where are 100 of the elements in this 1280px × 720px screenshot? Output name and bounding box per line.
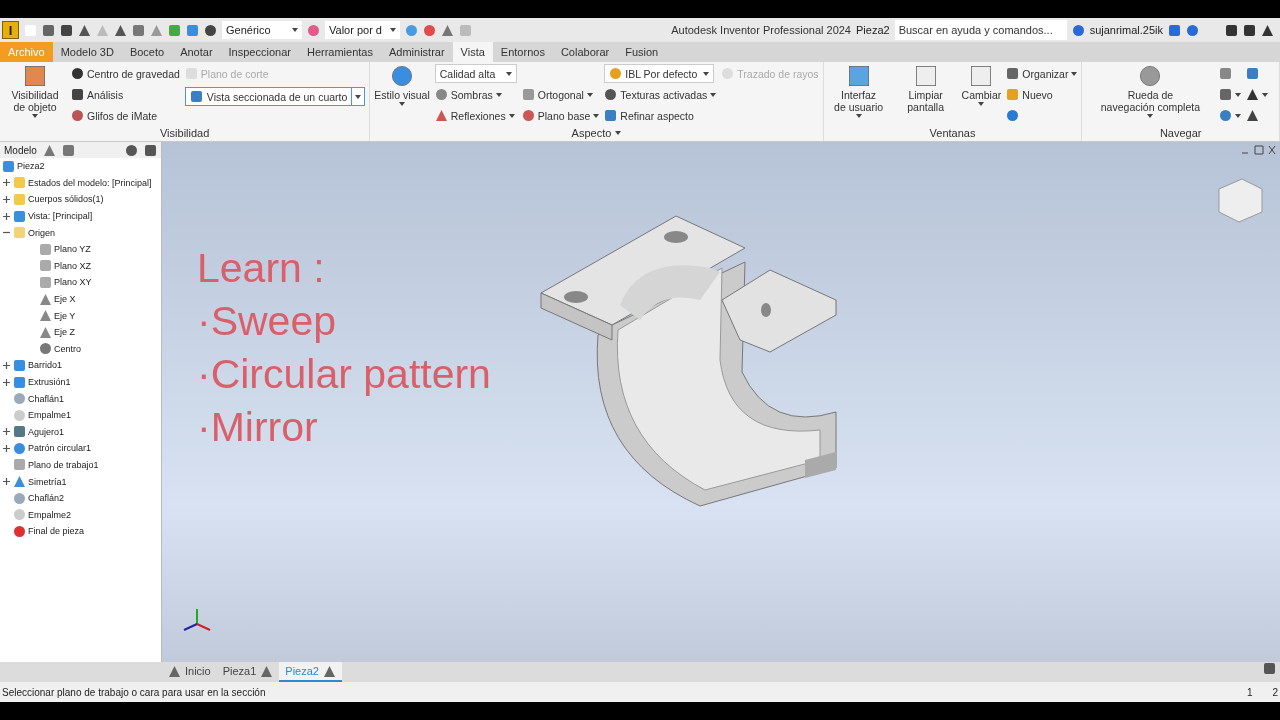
caret-icon xyxy=(703,71,710,76)
window-title: Autodesk Inventor Professional 2024 xyxy=(671,24,851,36)
window-controls-icon[interactable] xyxy=(1240,145,1276,155)
ribbon-button[interactable]: Interfaz de usuario xyxy=(827,64,890,118)
tree-item[interactable]: Plano XZ xyxy=(54,260,92,271)
panel-title: Ventanas xyxy=(929,127,976,139)
caret-icon xyxy=(1147,114,1154,118)
overlay-text: ·Sweep xyxy=(197,297,336,346)
ribbon-button[interactable]: Organizar xyxy=(1006,64,1078,83)
overlay-text: ·Circular pattern xyxy=(197,350,491,399)
ribbon-button[interactable]: Centro de gravedad xyxy=(71,64,180,83)
menu-tab[interactable]: Herramientas xyxy=(298,42,381,62)
caret-icon xyxy=(355,94,362,99)
menu-tab[interactable]: Fusion xyxy=(617,42,667,62)
ribbon-button[interactable]: Análisis xyxy=(71,85,180,104)
caret-icon xyxy=(978,102,985,106)
search-field[interactable]: Buscar en ayuda y comandos... xyxy=(894,20,1067,40)
expand-icon[interactable] xyxy=(2,443,11,453)
caret-icon xyxy=(505,71,512,76)
caret-icon xyxy=(615,131,622,135)
tree-item[interactable]: Eje X xyxy=(54,294,76,305)
tree-item[interactable]: Simetría1 xyxy=(28,476,67,487)
menu-tab[interactable]: Inspeccionar xyxy=(220,42,299,62)
ribbon-button[interactable]: Refinar aspecto xyxy=(604,106,717,125)
overlay-text: ·Mirror xyxy=(197,403,318,452)
section-view-combo[interactable]: Vista seccionada de un cuarto xyxy=(184,87,366,106)
document-tab[interactable]: Inicio xyxy=(162,662,217,682)
menu-tab[interactable]: Administrar xyxy=(380,42,453,62)
caret-icon xyxy=(508,113,515,118)
tree-item[interactable]: Empalme2 xyxy=(28,509,72,520)
tree-item[interactable]: Estados del modelo: [Principal] xyxy=(28,177,152,188)
expand-icon[interactable] xyxy=(2,211,11,221)
user-name[interactable]: sujanrimal.25ik xyxy=(1089,24,1163,36)
tree-item[interactable]: Origen xyxy=(28,227,55,238)
tree-item[interactable]: Eje Z xyxy=(54,327,75,338)
expand-icon[interactable] xyxy=(2,178,11,188)
tree-item[interactable]: Plano XY xyxy=(54,277,92,288)
expand-icon[interactable] xyxy=(2,427,11,437)
browser-tab[interactable]: Modelo xyxy=(4,144,37,156)
expand-icon[interactable] xyxy=(2,195,11,204)
tree-item[interactable]: Eje Y xyxy=(54,310,76,321)
expand-icon[interactable] xyxy=(2,360,11,370)
menu-tab[interactable]: Modelo 3D xyxy=(52,42,122,62)
ribbon-button[interactable]: Ortogonal xyxy=(521,85,600,104)
ribbon-button[interactable]: Texturas activadas xyxy=(604,85,717,104)
ribbon-button[interactable]: Rueda de navegación completa xyxy=(1086,64,1215,118)
caret-icon xyxy=(593,113,600,118)
tree-item[interactable]: Final de pieza xyxy=(28,526,85,537)
ribbon-button[interactable]: Estilo visual xyxy=(374,64,430,106)
caret-icon xyxy=(292,28,298,32)
panel-title: Aspecto xyxy=(571,127,612,139)
caret-icon xyxy=(1262,92,1269,97)
document-tab[interactable]: Pieza1 xyxy=(216,662,280,682)
tree-item[interactable]: Plano de trabajo1 xyxy=(28,460,99,470)
ribbon-button[interactable]: Visibilidad de objeto xyxy=(4,64,66,118)
tree-item[interactable]: Barrido1 xyxy=(28,360,63,371)
caret-icon xyxy=(390,28,396,32)
tree-item[interactable]: Empalme1 xyxy=(28,410,72,421)
menu-tab[interactable]: Boceto xyxy=(121,42,173,62)
caret-icon xyxy=(1235,92,1242,97)
tree-item[interactable]: Centro xyxy=(54,343,81,354)
tree-item[interactable]: Chaflán1 xyxy=(28,393,65,404)
tree-item[interactable]: Pieza2 xyxy=(17,161,45,172)
caret-icon xyxy=(495,92,502,97)
ribbon-button[interactable]: Limpiar pantalla xyxy=(894,64,957,113)
tree-item[interactable]: Extrusión1 xyxy=(28,377,71,387)
ribbon-button[interactable]: Sombras xyxy=(434,85,517,104)
overlay-text: Learn : xyxy=(197,244,325,293)
tree-item[interactable]: Patrón circular1 xyxy=(28,443,92,454)
ribbon-button[interactable]: Reflexiones xyxy=(434,106,517,125)
menu-tab[interactable]: Colaborar xyxy=(552,42,618,62)
caret-icon xyxy=(1071,71,1078,76)
select-field[interactable]: Calidad alta xyxy=(434,64,517,83)
tree-item[interactable]: Plano YZ xyxy=(54,244,91,255)
app-logo[interactable]: I xyxy=(2,21,19,39)
ribbon-button[interactable]: Glifos de iMate xyxy=(71,106,180,125)
tree-item[interactable]: Agujero1 xyxy=(28,426,65,437)
menu-tab[interactable]: Anotar xyxy=(172,42,221,62)
material-select[interactable]: Genérico xyxy=(222,21,302,39)
status-message: Seleccionar plano de trabajo o cara para usar en la sección xyxy=(2,686,267,698)
ribbon-button[interactable]: Nuevo xyxy=(1006,85,1078,104)
panel-title: Navegar xyxy=(1159,127,1202,139)
expand-icon[interactable] xyxy=(2,477,11,487)
expand-icon[interactable] xyxy=(2,377,11,387)
caret-icon xyxy=(399,102,406,106)
status-value: 1 xyxy=(1246,686,1253,698)
panel-title: Visibilidad xyxy=(160,127,210,139)
ribbon-button[interactable]: Cambiar xyxy=(961,64,1002,106)
tree-item[interactable]: Cuerpos sólidos(1) xyxy=(28,194,104,205)
ribbon-button[interactable]: Plano base xyxy=(521,106,600,125)
document-name: Pieza2 xyxy=(856,24,890,36)
tree-item[interactable]: Vista: [Principal] xyxy=(28,211,93,222)
tree-item[interactable]: Chaflán2 xyxy=(28,493,65,504)
caret-icon xyxy=(1235,113,1242,118)
menu-tab[interactable]: Vista xyxy=(452,42,493,62)
appearance-select[interactable]: Valor por d xyxy=(325,21,400,39)
select-field[interactable]: IBL Por defecto xyxy=(604,64,715,83)
caret-icon xyxy=(855,114,862,118)
menu-tab[interactable]: Entornos xyxy=(492,42,553,62)
caret-icon xyxy=(32,114,38,118)
